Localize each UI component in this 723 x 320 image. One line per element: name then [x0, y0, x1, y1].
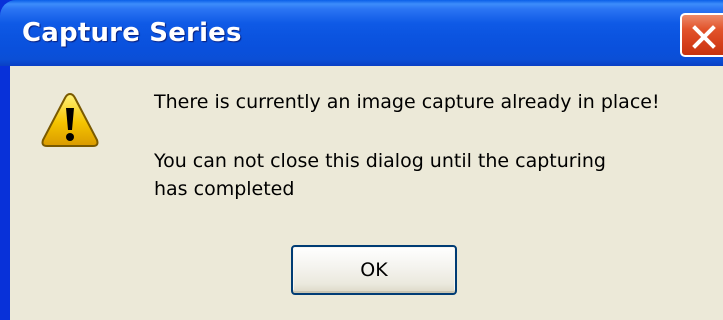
message-line-1: There is currently an image capture alre…: [154, 91, 660, 113]
message-line-3: has completed: [154, 178, 295, 200]
close-button[interactable]: [680, 13, 723, 57]
dialog-window: Capture Series There is currently an ima…: [0, 0, 723, 320]
title-bar[interactable]: Capture Series: [0, 0, 723, 66]
close-x-icon: [692, 25, 716, 49]
message-line-2: You can not close this dialog until the …: [154, 150, 606, 172]
warning-icon: [41, 92, 99, 147]
window-title: Capture Series: [22, 18, 242, 48]
ok-button[interactable]: OK: [291, 245, 457, 295]
dialog-body: There is currently an image capture alre…: [10, 66, 723, 320]
